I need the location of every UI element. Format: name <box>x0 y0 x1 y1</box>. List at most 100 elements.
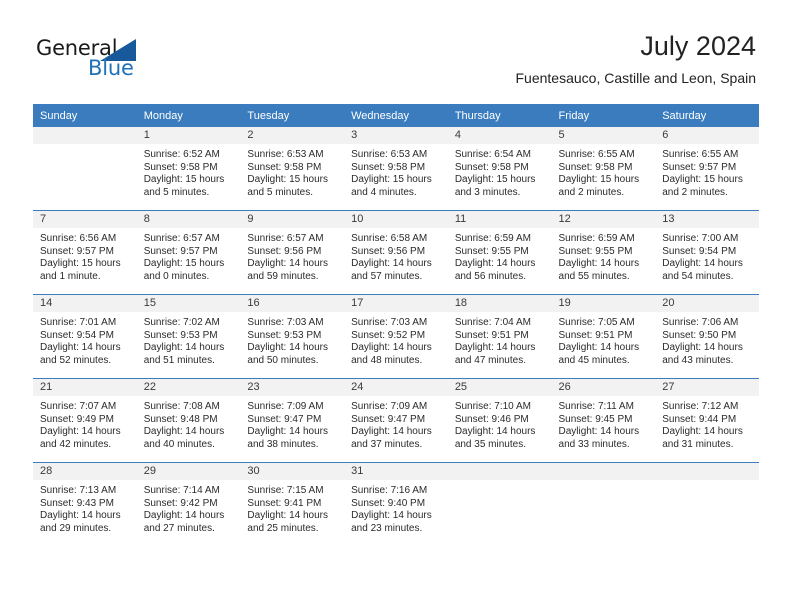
calendar-week-row: 7 Sunrise: 6:56 AM Sunset: 9:57 PM Dayli… <box>33 210 759 295</box>
daylight-text-line1: Daylight: 15 hours <box>558 174 640 186</box>
daylight-text-line2: and 25 minutes. <box>247 522 319 534</box>
calendar-day-cell[interactable]: 1 Sunrise: 6:52 AM Sunset: 9:58 PM Dayli… <box>136 127 241 211</box>
sunrise-text: Sunrise: 6:53 AM <box>351 149 428 160</box>
sunrise-text: Sunrise: 6:54 AM <box>454 149 531 160</box>
calendar-day-cell[interactable]: 7 Sunrise: 6:56 AM Sunset: 9:57 PM Dayli… <box>33 210 137 295</box>
calendar-day-cell[interactable]: 30 Sunrise: 7:15 AM Sunset: 9:41 PM Dayl… <box>240 462 345 546</box>
calendar-day-cell[interactable]: 16 Sunrise: 7:03 AM Sunset: 9:53 PM Dayl… <box>240 294 345 379</box>
daylight-text-line2: and 57 minutes. <box>351 270 423 282</box>
calendar-day-cell[interactable]: 24 Sunrise: 7:09 AM Sunset: 9:47 PM Dayl… <box>344 378 448 463</box>
calendar-body: 1 Sunrise: 6:52 AM Sunset: 9:58 PM Dayli… <box>33 127 759 546</box>
day-details: Sunrise: 7:13 AM Sunset: 9:43 PM Dayligh… <box>33 480 137 535</box>
calendar-day-cell[interactable]: 23 Sunrise: 7:09 AM Sunset: 9:47 PM Dayl… <box>240 378 345 463</box>
daylight-text-line2: and 51 minutes. <box>143 354 215 366</box>
day-number: 5 <box>551 127 656 144</box>
sunset-text: Sunset: 9:57 PM <box>40 245 114 257</box>
sunset-text: Sunset: 9:56 PM <box>247 245 322 257</box>
day-number: 13 <box>655 211 759 228</box>
page-title: July 2024 <box>640 31 756 61</box>
calendar-day-cell[interactable]: 29 Sunrise: 7:14 AM Sunset: 9:42 PM Dayl… <box>136 462 241 546</box>
day-number: 4 <box>447 127 552 144</box>
calendar-day-cell[interactable]: 14 Sunrise: 7:01 AM Sunset: 9:54 PM Dayl… <box>33 294 137 379</box>
day-details: Sunrise: 7:15 AM Sunset: 9:41 PM Dayligh… <box>240 480 344 535</box>
calendar-day-cell[interactable]: 27 Sunrise: 7:12 AM Sunset: 9:44 PM Dayl… <box>655 378 759 463</box>
page-subtitle: Fuentesauco, Castille and Leon, Spain <box>515 70 757 86</box>
sunset-text: Sunset: 9:50 PM <box>662 329 737 341</box>
calendar-day-cell[interactable]: 10 Sunrise: 6:58 AM Sunset: 9:56 PM Dayl… <box>344 210 448 295</box>
calendar-day-cell[interactable] <box>551 462 656 546</box>
daylight-text-line1: Daylight: 14 hours <box>351 426 432 438</box>
daylight-text-line2: and 42 minutes. <box>40 438 112 450</box>
day-number: 21 <box>33 379 137 396</box>
day-number: 7 <box>33 211 137 228</box>
calendar-table: Sunday Monday Tuesday Wednesday Thursday… <box>33 104 759 546</box>
daylight-text-line2: and 37 minutes. <box>351 438 423 450</box>
general-blue-logo[interactable]: General Blue <box>36 36 156 84</box>
day-details: Sunrise: 6:59 AM Sunset: 9:55 PM Dayligh… <box>552 228 656 283</box>
day-details: Sunrise: 6:58 AM Sunset: 9:56 PM Dayligh… <box>344 228 448 283</box>
sunset-text: Sunset: 9:57 PM <box>143 245 218 257</box>
calendar-day-cell[interactable]: 17 Sunrise: 7:03 AM Sunset: 9:52 PM Dayl… <box>344 294 448 379</box>
calendar-day-cell[interactable]: 31 Sunrise: 7:16 AM Sunset: 9:40 PM Dayl… <box>344 462 448 546</box>
calendar-day-cell[interactable]: 25 Sunrise: 7:10 AM Sunset: 9:46 PM Dayl… <box>447 378 552 463</box>
calendar-day-cell[interactable]: 26 Sunrise: 7:11 AM Sunset: 9:45 PM Dayl… <box>551 378 656 463</box>
sunset-text: Sunset: 9:51 PM <box>558 329 633 341</box>
sunset-text: Sunset: 9:58 PM <box>454 161 529 173</box>
daylight-text-line2: and 40 minutes. <box>143 438 215 450</box>
calendar-day-cell[interactable]: 20 Sunrise: 7:06 AM Sunset: 9:50 PM Dayl… <box>655 294 759 379</box>
calendar-day-cell[interactable] <box>447 462 552 546</box>
calendar-day-cell[interactable]: 8 Sunrise: 6:57 AM Sunset: 9:57 PM Dayli… <box>136 210 241 295</box>
daylight-text-line2: and 47 minutes. <box>454 354 526 366</box>
day-details: Sunrise: 6:53 AM Sunset: 9:58 PM Dayligh… <box>344 144 448 199</box>
calendar-day-cell[interactable]: 19 Sunrise: 7:05 AM Sunset: 9:51 PM Dayl… <box>551 294 656 379</box>
calendar-day-cell[interactable]: 2 Sunrise: 6:53 AM Sunset: 9:58 PM Dayli… <box>240 127 345 211</box>
day-number <box>447 463 552 480</box>
day-number: 24 <box>344 379 448 396</box>
calendar-day-cell[interactable]: 28 Sunrise: 7:13 AM Sunset: 9:43 PM Dayl… <box>33 462 137 546</box>
sunrise-text: Sunrise: 7:02 AM <box>143 317 220 328</box>
daylight-text-line1: Daylight: 14 hours <box>143 426 225 438</box>
calendar-week-row: 21 Sunrise: 7:07 AM Sunset: 9:49 PM Dayl… <box>33 378 759 463</box>
day-number: 2 <box>240 127 345 144</box>
calendar-day-cell[interactable] <box>33 127 137 211</box>
daylight-text-line2: and 0 minutes. <box>143 270 210 282</box>
sunset-text: Sunset: 9:52 PM <box>351 329 426 341</box>
calendar-day-cell[interactable]: 5 Sunrise: 6:55 AM Sunset: 9:58 PM Dayli… <box>551 127 656 211</box>
day-details: Sunrise: 6:57 AM Sunset: 9:56 PM Dayligh… <box>240 228 344 283</box>
calendar-day-cell[interactable]: 12 Sunrise: 6:59 AM Sunset: 9:55 PM Dayl… <box>551 210 656 295</box>
calendar-day-cell[interactable]: 22 Sunrise: 7:08 AM Sunset: 9:48 PM Dayl… <box>136 378 241 463</box>
calendar-day-cell[interactable] <box>655 462 759 546</box>
calendar-day-cell[interactable]: 4 Sunrise: 6:54 AM Sunset: 9:58 PM Dayli… <box>447 127 552 211</box>
daylight-text-line2: and 5 minutes. <box>247 186 314 198</box>
calendar-day-cell[interactable]: 13 Sunrise: 7:00 AM Sunset: 9:54 PM Dayl… <box>655 210 759 295</box>
sunrise-text: Sunrise: 6:58 AM <box>351 233 428 244</box>
sunset-text: Sunset: 9:54 PM <box>662 245 737 257</box>
calendar-day-cell[interactable]: 9 Sunrise: 6:57 AM Sunset: 9:56 PM Dayli… <box>240 210 345 295</box>
day-details: Sunrise: 7:07 AM Sunset: 9:49 PM Dayligh… <box>33 396 137 451</box>
daylight-text-line1: Daylight: 14 hours <box>662 426 743 438</box>
day-number: 1 <box>136 127 241 144</box>
daylight-text-line1: Daylight: 14 hours <box>351 258 432 270</box>
daylight-text-line2: and 55 minutes. <box>558 270 630 282</box>
daylight-text-line2: and 31 minutes. <box>662 438 734 450</box>
day-details: Sunrise: 6:52 AM Sunset: 9:58 PM Dayligh… <box>137 144 241 199</box>
day-details: Sunrise: 7:01 AM Sunset: 9:54 PM Dayligh… <box>33 312 137 367</box>
sunrise-text: Sunrise: 7:01 AM <box>40 317 117 328</box>
calendar-day-cell[interactable]: 3 Sunrise: 6:53 AM Sunset: 9:58 PM Dayli… <box>344 127 448 211</box>
day-number: 20 <box>655 295 759 312</box>
day-details: Sunrise: 6:53 AM Sunset: 9:58 PM Dayligh… <box>240 144 344 199</box>
calendar-day-cell[interactable]: 18 Sunrise: 7:04 AM Sunset: 9:51 PM Dayl… <box>447 294 552 379</box>
calendar-day-cell[interactable]: 11 Sunrise: 6:59 AM Sunset: 9:55 PM Dayl… <box>447 210 552 295</box>
calendar-day-cell[interactable]: 6 Sunrise: 6:55 AM Sunset: 9:57 PM Dayli… <box>655 127 759 211</box>
calendar-day-cell[interactable]: 21 Sunrise: 7:07 AM Sunset: 9:49 PM Dayl… <box>33 378 137 463</box>
sunset-text: Sunset: 9:45 PM <box>558 413 633 425</box>
sunset-text: Sunset: 9:44 PM <box>662 413 737 425</box>
daylight-text-line2: and 45 minutes. <box>558 354 630 366</box>
calendar-header-row: Sunday Monday Tuesday Wednesday Thursday… <box>33 104 759 127</box>
day-details: Sunrise: 7:09 AM Sunset: 9:47 PM Dayligh… <box>240 396 344 451</box>
daylight-text-line2: and 50 minutes. <box>247 354 319 366</box>
daylight-text-line1: Daylight: 14 hours <box>351 342 432 354</box>
calendar-page: General Blue July 2024 Fuentesauco, Cast… <box>0 0 792 612</box>
calendar-day-cell[interactable]: 15 Sunrise: 7:02 AM Sunset: 9:53 PM Dayl… <box>136 294 241 379</box>
day-details <box>655 480 759 485</box>
